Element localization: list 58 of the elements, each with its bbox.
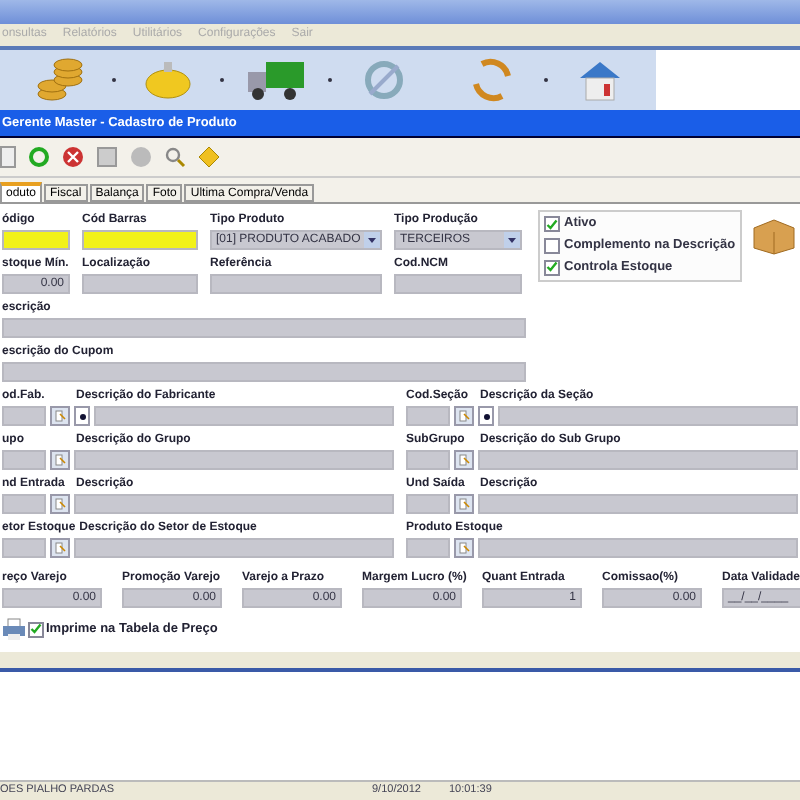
search-button[interactable] [50, 494, 70, 514]
checkbox[interactable] [28, 621, 44, 637]
input-field[interactable] [74, 494, 394, 514]
close-icon[interactable] [62, 146, 84, 168]
input-field[interactable] [74, 538, 394, 558]
input-field[interactable] [94, 406, 394, 426]
lookup-icon [458, 454, 470, 466]
input-field[interactable] [74, 450, 394, 470]
warning-icon[interactable] [198, 146, 220, 168]
search-icon[interactable] [164, 146, 186, 168]
search-button[interactable] [454, 494, 474, 514]
box-icon [750, 216, 798, 256]
search-button[interactable] [50, 538, 70, 558]
square-icon[interactable] [96, 146, 118, 168]
search-button[interactable] [50, 450, 70, 470]
lookup-icon [54, 498, 66, 510]
sync-icon[interactable] [470, 56, 514, 104]
input-field[interactable] [2, 450, 46, 470]
input-field[interactable] [2, 362, 526, 382]
lookup-icon [54, 454, 66, 466]
document-icon[interactable] [0, 146, 16, 168]
dot-button[interactable] [74, 406, 90, 426]
circle-icon[interactable] [130, 146, 152, 168]
input-field[interactable] [478, 450, 798, 470]
checkbox[interactable] [544, 259, 560, 276]
coins-icon[interactable] [36, 58, 84, 102]
lookup-icon [54, 542, 66, 554]
truck-icon[interactable] [246, 58, 306, 102]
input-field[interactable] [406, 406, 450, 426]
input-field[interactable] [394, 274, 522, 294]
input-field[interactable] [478, 494, 798, 514]
dropdown-arrow-icon [504, 232, 520, 248]
piggy-bank-icon[interactable] [142, 58, 194, 102]
lookup-icon [54, 410, 66, 422]
lookup-icon [458, 410, 470, 422]
input-field[interactable] [2, 494, 46, 514]
checkbox[interactable] [544, 216, 560, 233]
input-field[interactable] [406, 538, 450, 558]
refresh-icon[interactable] [28, 146, 50, 168]
lookup-icon [458, 498, 470, 510]
house-icon[interactable] [576, 58, 624, 102]
input-field[interactable] [406, 450, 450, 470]
input-field[interactable] [498, 406, 798, 426]
input-field[interactable] [82, 230, 198, 250]
dropdown-arrow-icon [364, 232, 380, 248]
input-field[interactable] [2, 318, 526, 338]
input-field[interactable] [406, 494, 450, 514]
input-field[interactable] [478, 538, 798, 558]
checkbox[interactable] [544, 238, 560, 254]
input-field[interactable] [82, 274, 198, 294]
lookup-icon [458, 542, 470, 554]
input-field[interactable] [2, 406, 46, 426]
input-field[interactable] [2, 230, 70, 250]
search-button[interactable] [454, 538, 474, 558]
search-button[interactable] [454, 450, 474, 470]
dot-button[interactable] [478, 406, 494, 426]
input-field[interactable] [2, 538, 46, 558]
input-field[interactable] [210, 274, 382, 294]
